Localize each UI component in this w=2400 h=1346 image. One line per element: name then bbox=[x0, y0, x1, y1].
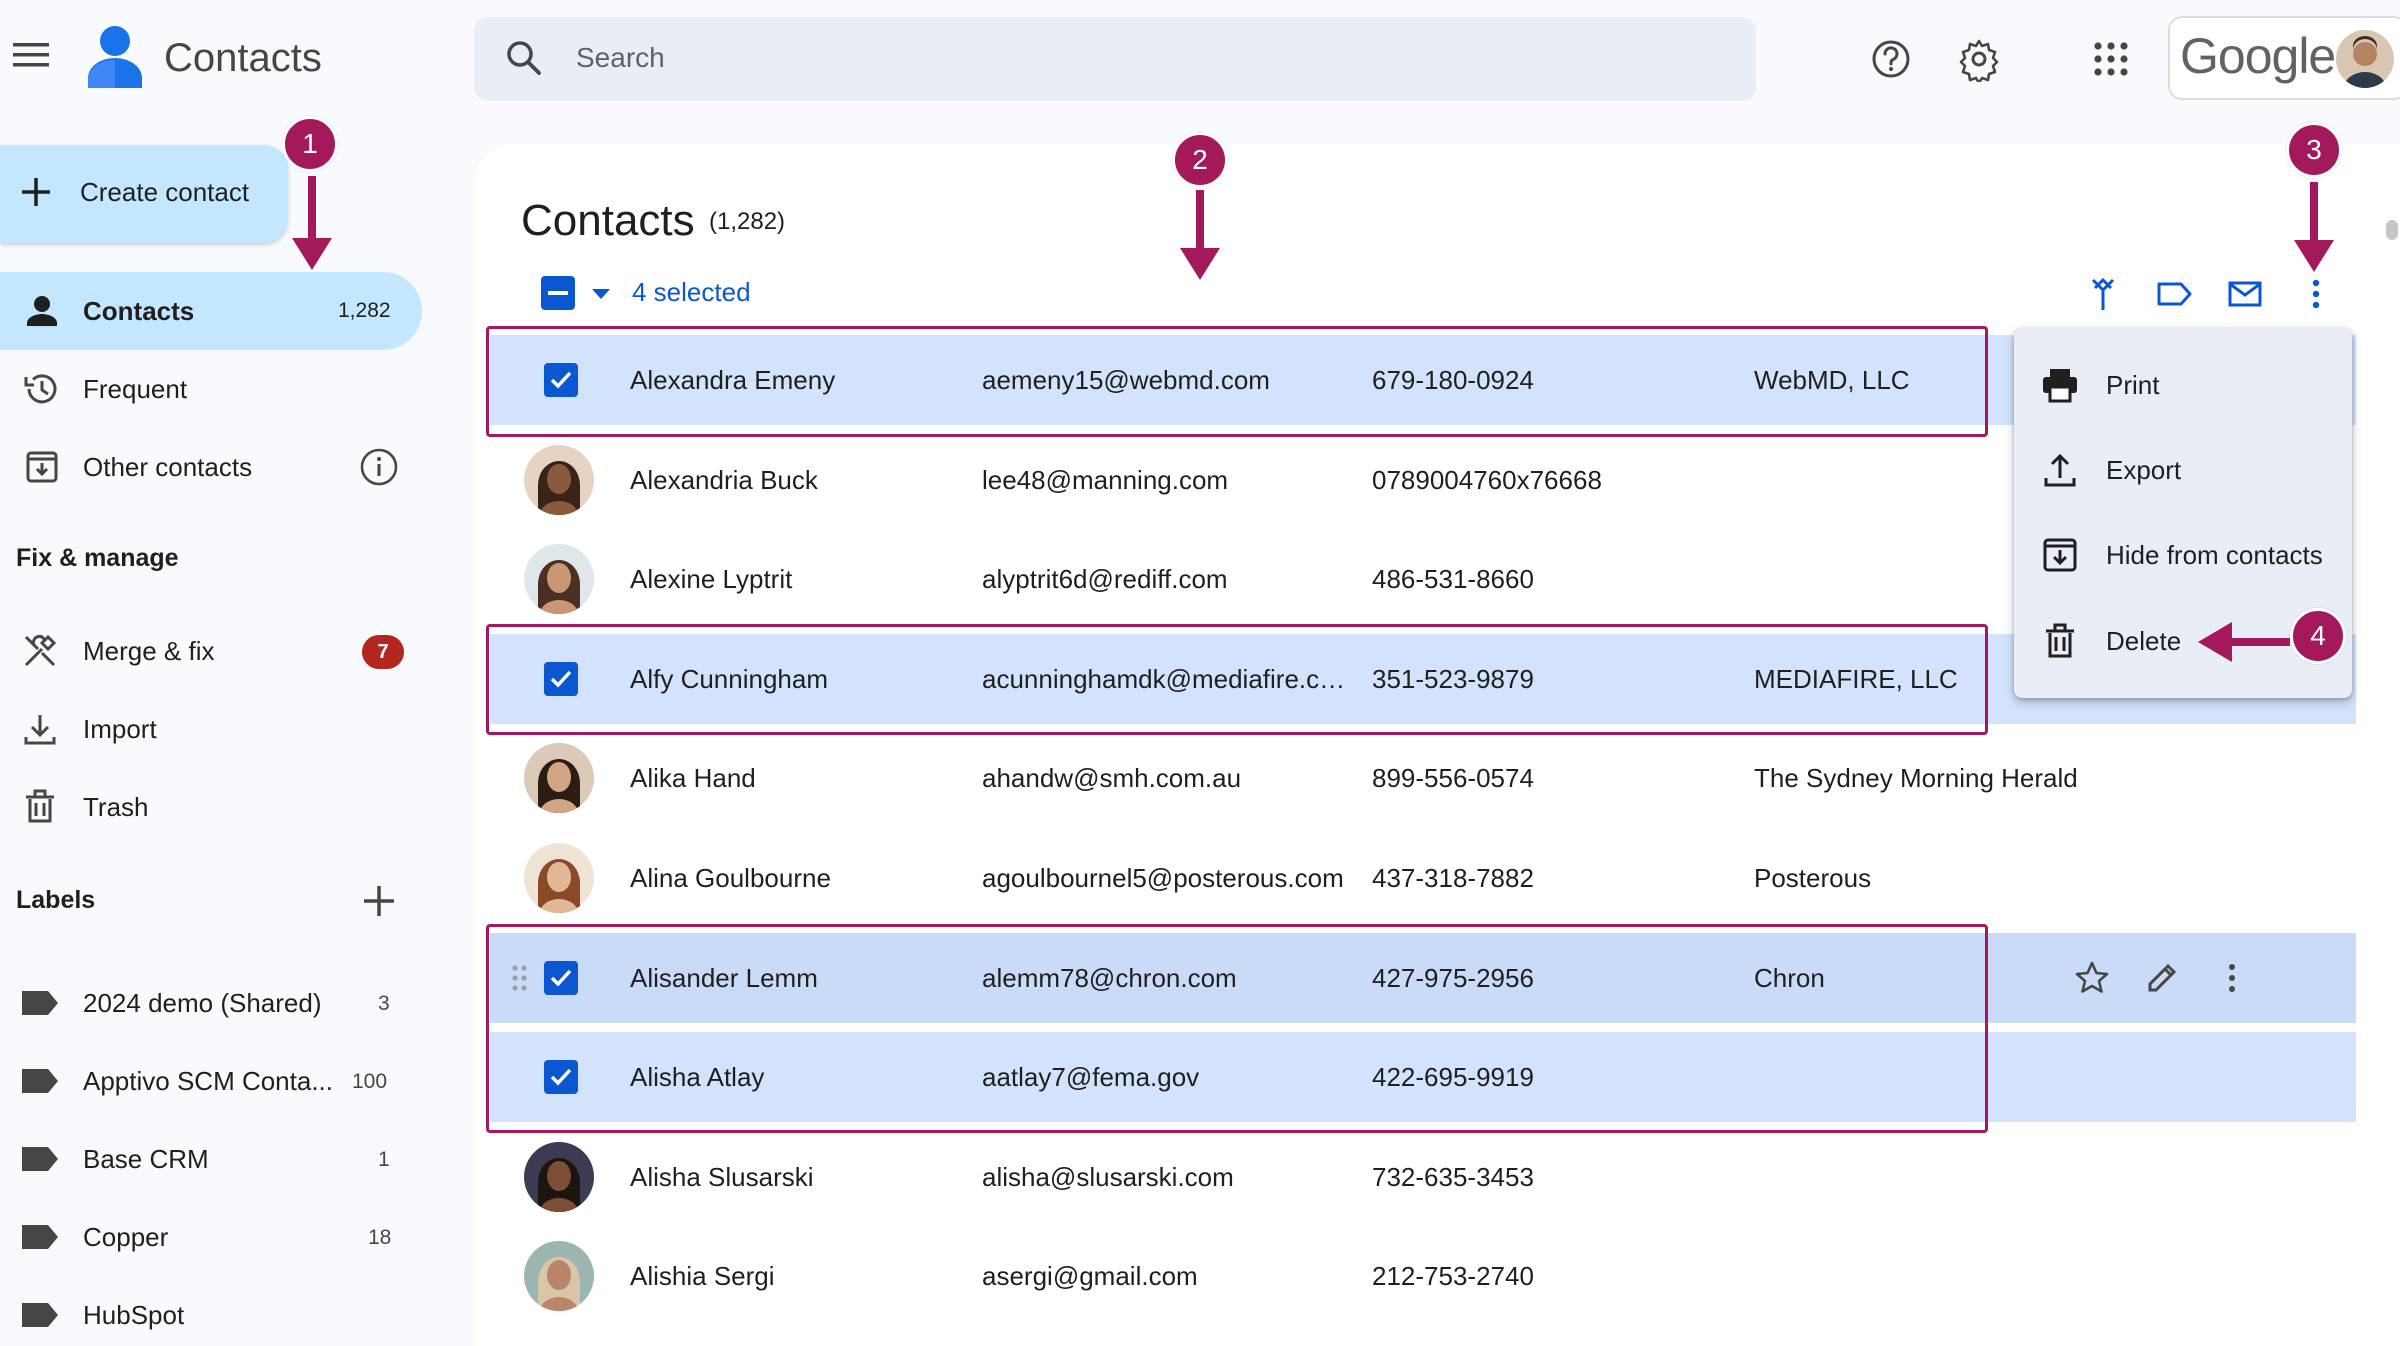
annotation-marker-1: 1 bbox=[282, 116, 338, 172]
annotation-arrows bbox=[292, 176, 2334, 662]
scrollbar-thumb[interactable] bbox=[2386, 220, 2398, 240]
annotation-marker-3: 3 bbox=[2286, 122, 2342, 178]
annotation-marker-2: 2 bbox=[1172, 132, 1228, 188]
annotation-marker-4: 4 bbox=[2290, 608, 2346, 664]
